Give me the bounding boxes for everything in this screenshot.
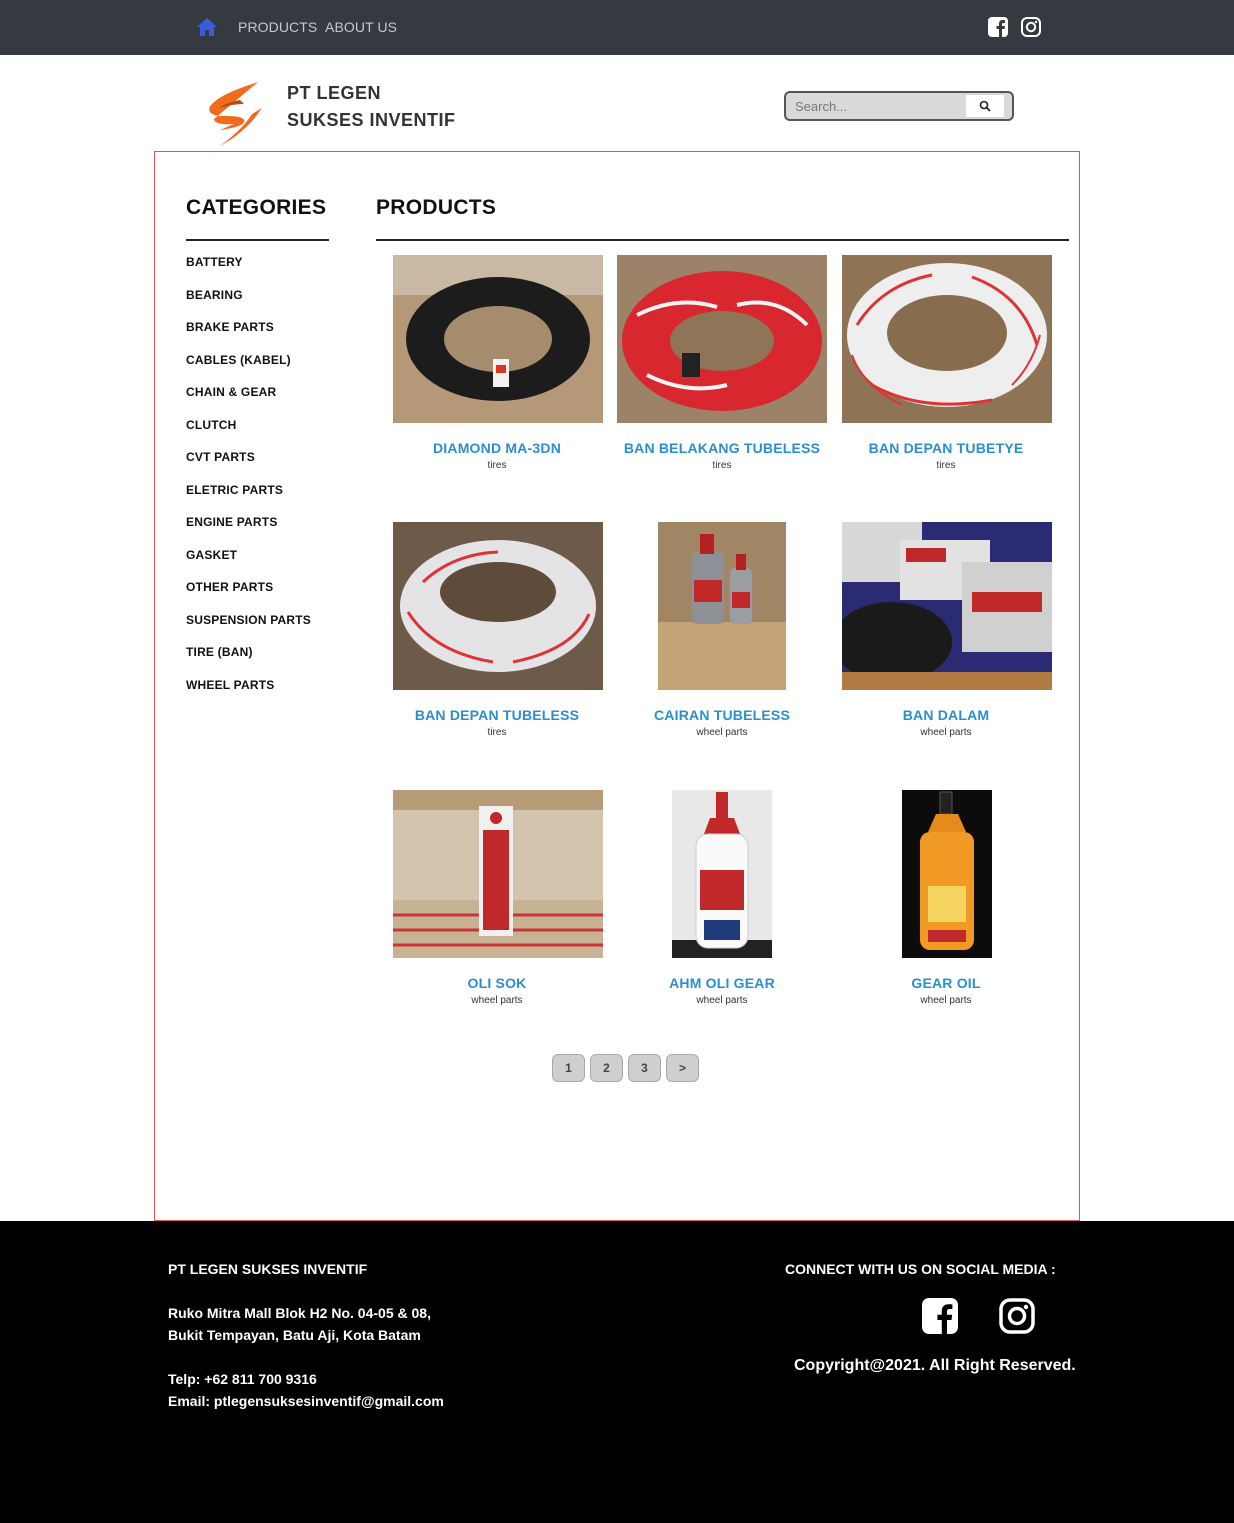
products-heading: PRODUCTS <box>376 196 497 219</box>
instagram-icon[interactable] <box>998 1297 1036 1335</box>
product-card[interactable]: BAN DEPAN TUBELESS tires <box>385 522 609 752</box>
search-button[interactable] <box>966 95 1004 117</box>
nav-products-link[interactable]: PRODUCTS <box>238 19 317 35</box>
brand-line-1: PT LEGEN <box>287 83 382 103</box>
product-image[interactable] <box>658 522 786 690</box>
product-image[interactable] <box>393 255 603 423</box>
nav-about-us-link[interactable]: ABOUT US <box>325 19 397 35</box>
product-image[interactable] <box>393 522 603 690</box>
page-3-button[interactable]: 3 <box>628 1054 661 1082</box>
instagram-icon[interactable] <box>1020 16 1042 38</box>
footer-email[interactable]: Email: ptlegensuksesinventif@gmail.com <box>168 1393 444 1409</box>
product-image[interactable] <box>842 255 1052 423</box>
category-chain-gear[interactable]: CHAIN & GEAR <box>186 385 311 418</box>
next-page-button[interactable]: > <box>666 1054 699 1082</box>
category-engine-parts[interactable]: ENGINE PARTS <box>186 515 311 548</box>
brand-name[interactable]: PT LEGEN SUKSES INVENTIF <box>287 80 456 134</box>
product-category: tires <box>487 727 507 738</box>
brand-line-2: SUKSES INVENTIF <box>287 110 456 130</box>
product-image[interactable] <box>902 790 992 958</box>
category-other-parts[interactable]: OTHER PARTS <box>186 580 311 613</box>
footer: PT LEGEN SUKSES INVENTIF Ruko Mitra Mall… <box>0 1221 1234 1523</box>
products-divider <box>376 239 1069 241</box>
category-gasket[interactable]: GASKET <box>186 548 311 581</box>
product-category: tires <box>487 460 507 471</box>
category-bearing[interactable]: BEARING <box>186 288 311 321</box>
categories-divider <box>186 239 329 241</box>
category-list: BATTERY BEARING BRAKE PARTS CABLES (KABE… <box>186 255 311 710</box>
product-name[interactable]: BAN DEPAN TUBELESS <box>385 707 609 723</box>
facebook-icon[interactable] <box>921 1297 959 1335</box>
footer-copyright: Copyright@2021. All Right Reserved. <box>794 1357 1076 1374</box>
footer-address-line-2: Bukit Tempayan, Batu Aji, Kota Batam <box>168 1327 421 1343</box>
category-tire[interactable]: TIRE (BAN) <box>186 645 311 678</box>
top-navbar: PRODUCTS ABOUT US <box>0 0 1234 55</box>
product-card[interactable]: BAN DEPAN TUBETYE tires <box>834 255 1058 485</box>
product-image[interactable] <box>842 522 1052 690</box>
facebook-icon[interactable] <box>987 16 1009 38</box>
product-name[interactable]: BAN DEPAN TUBETYE <box>834 440 1058 456</box>
footer-phone: Telp: +62 811 700 9316 <box>168 1371 317 1387</box>
category-suspension-parts[interactable]: SUSPENSION PARTS <box>186 613 311 646</box>
categories-heading: CATEGORIES <box>186 196 327 219</box>
product-name[interactable]: CAIRAN TUBELESS <box>610 707 834 723</box>
product-category: tires <box>712 460 732 471</box>
product-card[interactable]: AHM OLI GEAR wheel parts <box>610 790 834 1020</box>
page-2-button[interactable]: 2 <box>590 1054 623 1082</box>
product-name[interactable]: BAN BELAKANG TUBELESS <box>610 440 834 456</box>
product-card[interactable]: GEAR OIL wheel parts <box>834 790 1058 1020</box>
footer-address-line-1: Ruko Mitra Mall Blok H2 No. 04-05 & 08, <box>168 1305 431 1321</box>
category-cables[interactable]: CABLES (KABEL) <box>186 353 311 386</box>
category-clutch[interactable]: CLUTCH <box>186 418 311 451</box>
product-name[interactable]: GEAR OIL <box>834 975 1058 991</box>
category-wheel-parts[interactable]: WHEEL PARTS <box>186 678 311 711</box>
product-category: wheel parts <box>920 995 972 1006</box>
page-1-button[interactable]: 1 <box>552 1054 585 1082</box>
category-battery[interactable]: BATTERY <box>186 255 311 288</box>
product-category: wheel parts <box>696 727 748 738</box>
product-image[interactable] <box>672 790 772 958</box>
product-card[interactable]: BAN BELAKANG TUBELESS tires <box>610 255 834 485</box>
product-image[interactable] <box>617 255 827 423</box>
product-category: wheel parts <box>920 727 972 738</box>
pagination: 1 2 3 > <box>552 1054 702 1082</box>
product-card[interactable]: DIAMOND MA-3DN tires <box>385 255 609 485</box>
product-card[interactable]: BAN DALAM wheel parts <box>834 522 1058 752</box>
search-icon <box>979 100 991 112</box>
content-frame: CATEGORIES BATTERY BEARING BRAKE PARTS C… <box>154 151 1080 1221</box>
category-brake-parts[interactable]: BRAKE PARTS <box>186 320 311 353</box>
product-category: wheel parts <box>471 995 523 1006</box>
product-card[interactable]: OLI SOK wheel parts <box>385 790 609 1020</box>
product-image[interactable] <box>393 790 603 958</box>
search-bar <box>784 91 1014 121</box>
product-name[interactable]: BAN DALAM <box>834 707 1058 723</box>
product-name[interactable]: AHM OLI GEAR <box>610 975 834 991</box>
product-card[interactable]: CAIRAN TUBELESS wheel parts <box>610 522 834 752</box>
product-category: wheel parts <box>696 995 748 1006</box>
company-logo[interactable] <box>200 78 272 150</box>
product-name[interactable]: DIAMOND MA-3DN <box>385 440 609 456</box>
home-icon[interactable] <box>196 17 218 37</box>
footer-company-name: PT LEGEN SUKSES INVENTIF <box>168 1261 368 1277</box>
category-eletric-parts[interactable]: ELETRIC PARTS <box>186 483 311 516</box>
category-cvt-parts[interactable]: CVT PARTS <box>186 450 311 483</box>
footer-connect-heading: CONNECT WITH US ON SOCIAL MEDIA : <box>785 1261 1056 1277</box>
product-category: tires <box>936 460 956 471</box>
product-name[interactable]: OLI SOK <box>385 975 609 991</box>
search-input[interactable] <box>786 93 966 119</box>
